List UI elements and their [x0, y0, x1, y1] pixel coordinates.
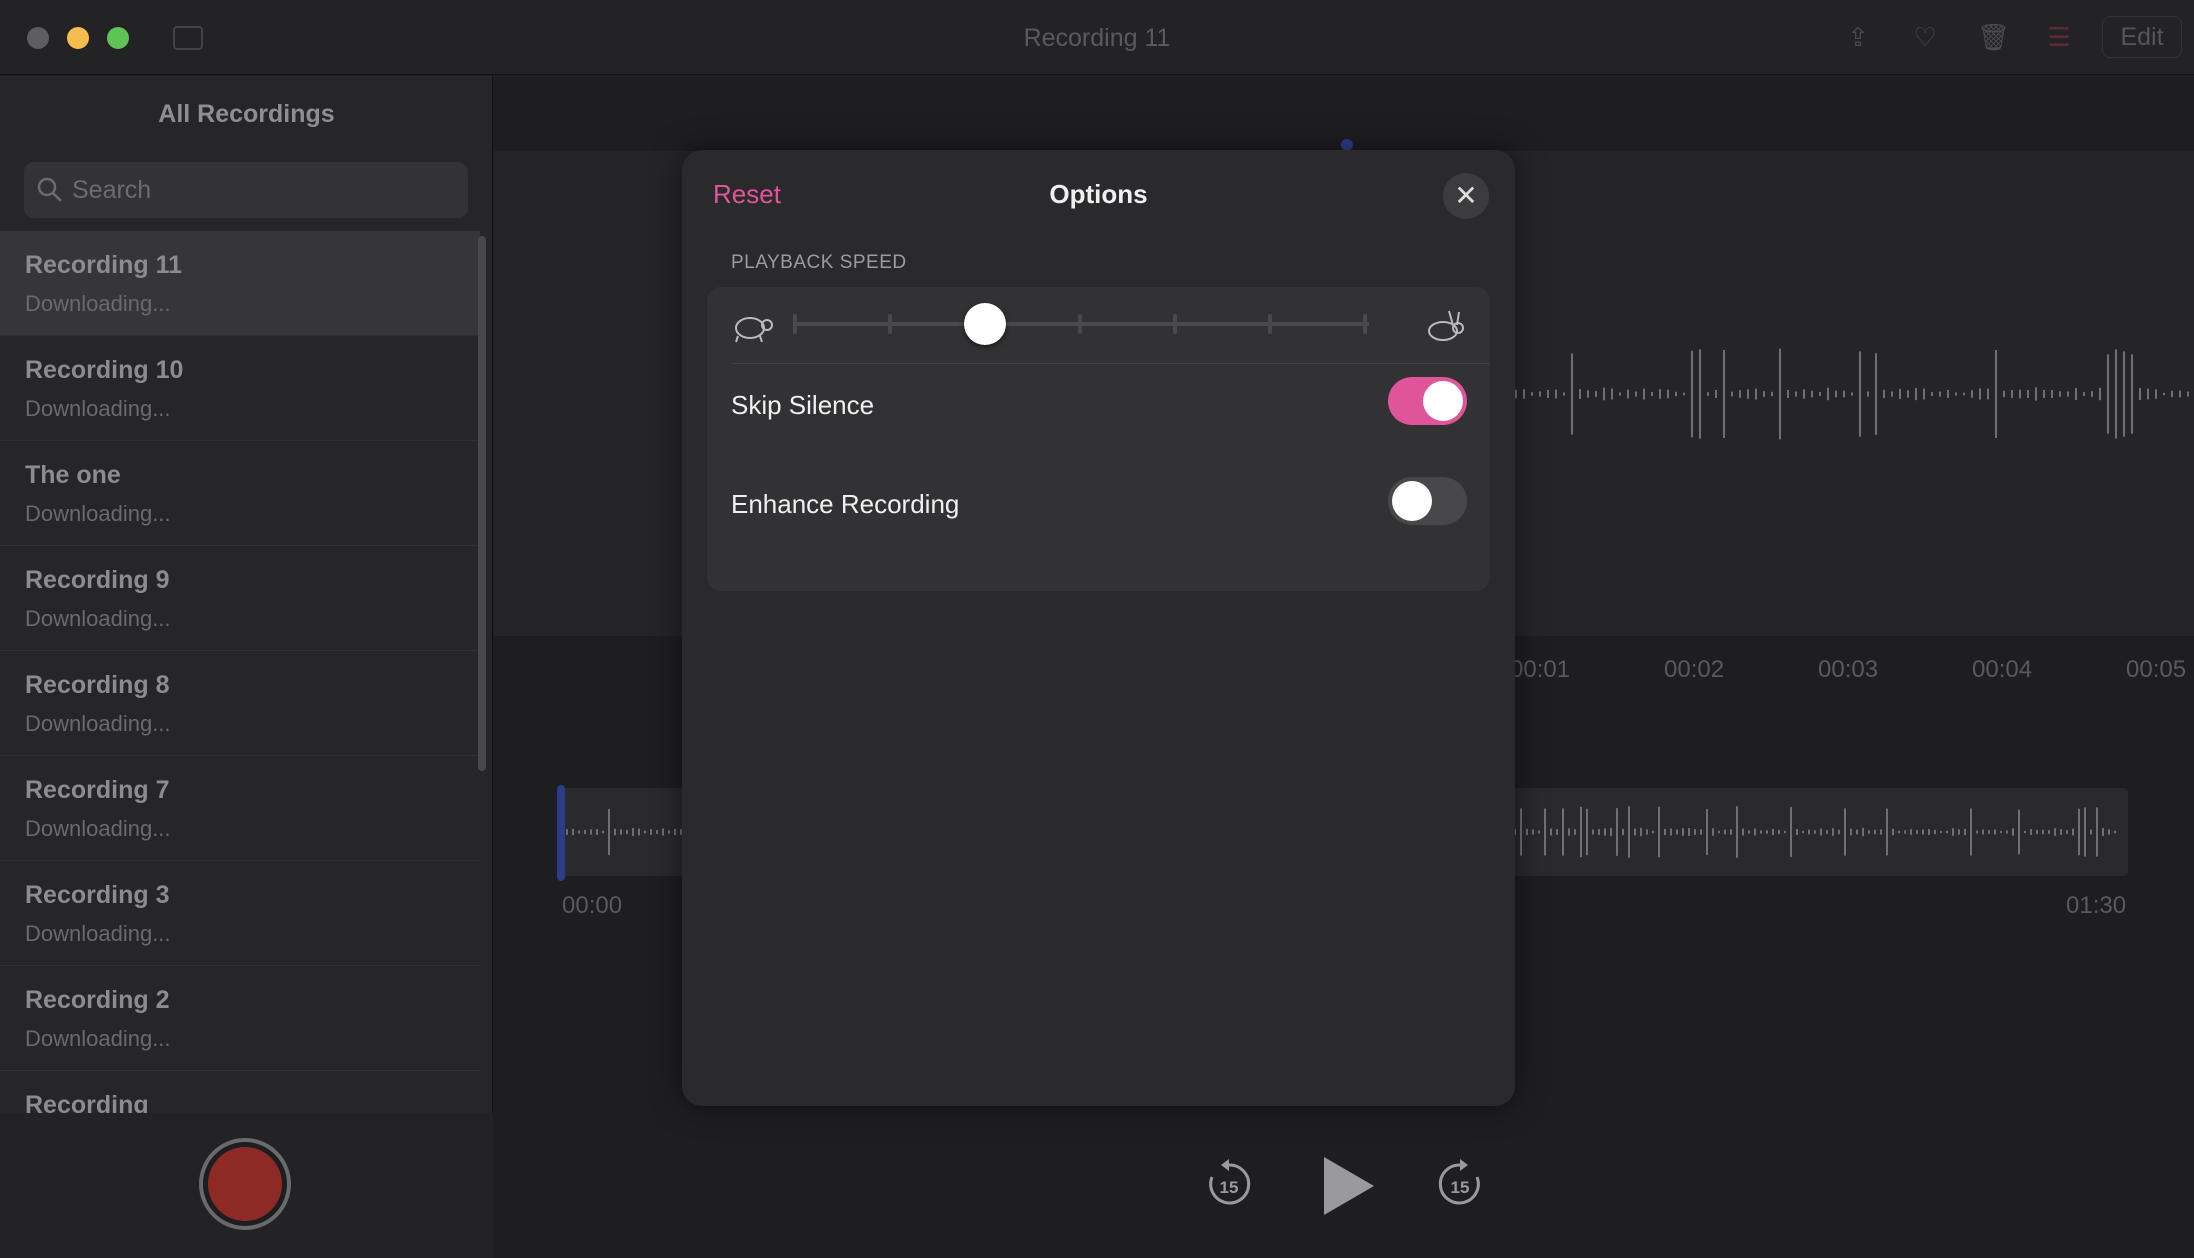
search-input[interactable]: Search	[24, 162, 468, 218]
skip-forward-icon: 15	[1438, 1159, 1480, 1205]
divider	[731, 363, 1490, 364]
playback-speed-label: PLAYBACK SPEED	[731, 252, 907, 273]
recording-status: Downloading...	[25, 606, 171, 631]
close-button[interactable]: ✕	[1443, 173, 1489, 219]
recording-list-item[interactable]: Recording 10 Downloading...	[0, 336, 480, 441]
time-label: 00:05	[2126, 656, 2187, 683]
record-button[interactable]	[199, 1138, 291, 1230]
start-time: 00:00	[562, 892, 623, 919]
speed-slider-thumb[interactable]	[964, 303, 1006, 345]
recording-list-item[interactable]: Recording 2 Downloading...	[0, 966, 480, 1071]
recording-status: Downloading...	[25, 921, 171, 946]
dialog-title: Options	[1049, 179, 1148, 209]
recording-name: Recording 11	[25, 251, 182, 279]
recording-name: Recording 2	[25, 986, 170, 1014]
recording-name: Recording 9	[25, 566, 170, 594]
recording-list-item[interactable]: Recording 9 Downloading...	[0, 546, 480, 651]
recording-name: Recording 10	[25, 356, 184, 384]
speed-tick	[1363, 314, 1367, 334]
skip-back-button[interactable]: 15	[1206, 1157, 1252, 1212]
time-label: 00:01	[1510, 656, 1571, 683]
speed-slider[interactable]	[795, 322, 1369, 326]
play-icon	[1324, 1157, 1374, 1215]
close-icon: ✕	[1454, 180, 1478, 211]
sidebar: All Recordings Search Recording 11 Downlo…	[0, 76, 493, 1258]
recording-status: Downloading...	[25, 291, 171, 316]
playhead[interactable]	[557, 785, 565, 881]
enhance-recording-label: Enhance Recording	[731, 489, 960, 519]
time-label: 00:04	[1972, 656, 2033, 683]
speed-tick	[1078, 314, 1082, 334]
recording-list-item[interactable]: Recording 3 Downloading...	[0, 861, 480, 966]
recording-name: The one	[25, 461, 121, 489]
playback-card	[707, 287, 1490, 591]
speed-tick	[1173, 314, 1177, 334]
enhance-recording-toggle[interactable]	[1388, 477, 1467, 525]
skip-back-icon: 15	[1209, 1159, 1251, 1205]
svg-text:15: 15	[1220, 1178, 1239, 1197]
recording-status: Downloading...	[25, 1026, 171, 1051]
end-time: 01:30	[2066, 892, 2127, 919]
speed-tick	[793, 314, 797, 334]
recording-name: Recording 3	[25, 881, 170, 909]
rabbit-icon	[1428, 310, 1464, 341]
recording-list-item[interactable]: The one Downloading...	[0, 441, 480, 546]
options-icon[interactable]: ☰	[2044, 22, 2074, 52]
recording-name: Recording 7	[25, 776, 170, 804]
sidebar-title: All Recordings	[158, 100, 335, 128]
scrollbar[interactable]	[478, 236, 486, 771]
recording-status: Downloading...	[25, 816, 171, 841]
share-icon[interactable]: ⇪	[1843, 22, 1873, 52]
recording-status: Downloading...	[25, 711, 171, 736]
recording-name: Recording 8	[25, 671, 170, 699]
skip-silence-toggle[interactable]	[1388, 377, 1467, 425]
speed-tick	[1268, 314, 1272, 334]
title-bar: Recording 11 ⇪ ♡ 🗑 ☰ Edit	[0, 0, 2194, 75]
edit-button[interactable]: Edit	[2102, 16, 2182, 58]
time-label: 00:02	[1664, 656, 1725, 683]
skip-silence-label: Skip Silence	[731, 390, 875, 420]
trash-icon[interactable]: 🗑	[1977, 22, 2010, 52]
heart-icon[interactable]: ♡	[1910, 22, 1940, 52]
recording-list-item[interactable]: Recording 8 Downloading...	[0, 651, 480, 756]
turtle-icon	[735, 317, 773, 343]
speed-tick	[888, 314, 892, 334]
search-icon	[37, 177, 62, 202]
play-button[interactable]	[1320, 1155, 1376, 1222]
recording-status: Downloading...	[25, 396, 171, 421]
time-label: 00:03	[1818, 656, 1879, 683]
options-dialog: Reset Options ✕ PLAYBACK SPEED Skip Sile…	[682, 150, 1515, 1106]
svg-text:15: 15	[1451, 1178, 1470, 1197]
search-placeholder: Search	[72, 176, 152, 204]
skip-forward-button[interactable]: 15	[1437, 1157, 1483, 1212]
recording-list-item[interactable]: Recording 11 Downloading...	[0, 231, 480, 336]
recording-list-item[interactable]: Recording 7 Downloading...	[0, 756, 480, 861]
recording-status: Downloading...	[25, 501, 171, 526]
